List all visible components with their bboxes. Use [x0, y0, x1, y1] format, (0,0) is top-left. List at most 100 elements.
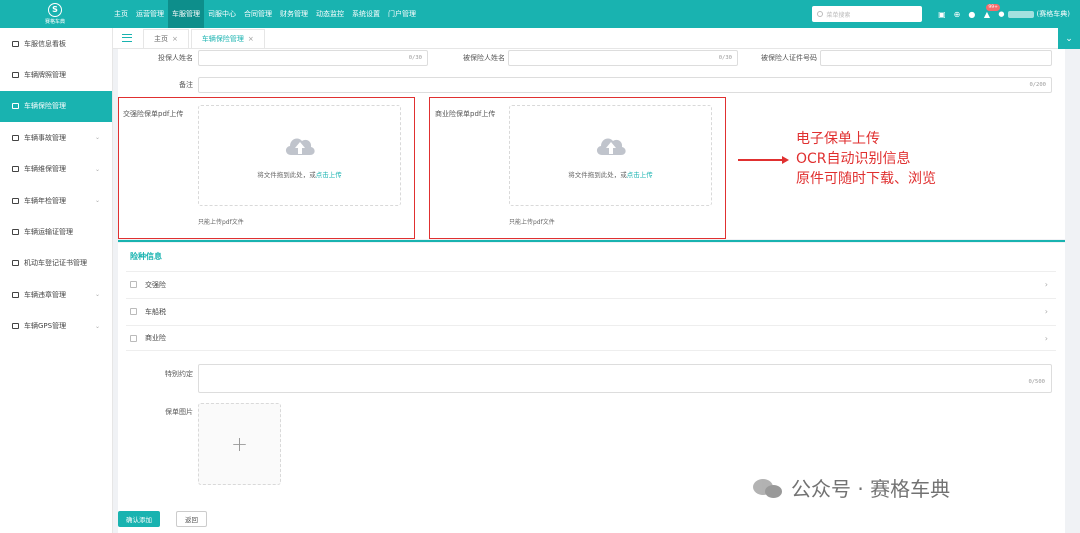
chevron-down-icon: ⌄	[94, 134, 100, 142]
folder-icon	[12, 134, 19, 141]
cloud-upload-icon	[283, 133, 317, 157]
back-button[interactable]: 返回	[176, 510, 207, 527]
nav-item-operations[interactable]: 运营管理	[132, 0, 168, 28]
insurance-title: 险种信息	[130, 252, 162, 261]
insured-name-label: 被保险人姓名	[463, 54, 505, 62]
page-icon	[12, 103, 19, 110]
close-icon[interactable]: ×	[172, 35, 178, 43]
main-content: 投保人姓名 0/30 被保险人姓名 0/30 被保险人证件号码 备注 0/200…	[113, 49, 1080, 533]
top-bar: S 赛格车典 主页 运营管理 车服管理 司服中心 合同管理 财务管理 动态监控 …	[0, 0, 1080, 28]
brand-logo: S 赛格车典	[0, 0, 110, 28]
clipboard-icon[interactable]: ▣	[937, 10, 946, 19]
nav-item-portal[interactable]: 门户管理	[384, 0, 420, 28]
main-nav: 主页 运营管理 车服管理 司服中心 合同管理 财务管理 动态监控 系统设置 门户…	[110, 0, 420, 28]
chevron-right-icon: ›	[1044, 333, 1048, 343]
nav-item-monitoring[interactable]: 动态监控	[312, 0, 348, 28]
user-org: (赛格车典)	[1036, 10, 1070, 18]
user-name-blurred	[1007, 10, 1034, 18]
user-avatar-icon: ●	[998, 10, 1005, 18]
sidebar-item-inspection[interactable]: 车辆年检管理 ⌄	[0, 185, 112, 216]
drop-text: 将文件拖到此处，或点击上传	[257, 170, 342, 179]
sidebar-item-insurance[interactable]: 车辆保险管理	[0, 90, 112, 123]
chevron-down-icon[interactable]: ⌄	[1058, 28, 1080, 49]
logo-mark-icon: S	[48, 3, 62, 17]
page-icon	[12, 72, 19, 79]
sidebar-item-accidents[interactable]: 车辆事故管理 ⌄	[0, 122, 112, 153]
sidebar-item-registration[interactable]: 机动车登记证书管理	[0, 248, 112, 279]
insured-id-label: 被保险人证件号码	[761, 54, 817, 62]
nav-item-settings[interactable]: 系统设置	[348, 0, 384, 28]
nav-item-contracts[interactable]: 合同管理	[240, 0, 276, 28]
compulsory-upload-label: 交强险保单pdf上传	[123, 110, 184, 118]
cloud-upload-icon	[594, 133, 628, 157]
plus-circle-icon[interactable]: ⊕	[952, 10, 961, 19]
sidebar-item-maintenance[interactable]: 车辆维保管理 ⌄	[0, 154, 112, 185]
sidebar-item-dashboard[interactable]: 车服信息看板	[0, 28, 112, 59]
commercial-dropzone[interactable]: 将文件拖到此处，或点击上传	[509, 105, 712, 206]
insurance-item-tax[interactable]: 车船税 ›	[126, 298, 1056, 324]
section-divider	[118, 240, 1065, 242]
red-arrow-icon	[738, 156, 789, 164]
sidebar-item-plates[interactable]: 车辆牌照管理	[0, 59, 112, 90]
special-terms-textarea[interactable]: 0/500	[198, 364, 1052, 393]
insurance-item-compulsory[interactable]: 交强险 ›	[126, 271, 1056, 297]
nav-item-vehicle-service[interactable]: 车服管理	[168, 0, 204, 28]
search-placeholder: 菜单搜索	[826, 11, 851, 19]
page-icon	[12, 260, 19, 267]
policyholder-label: 投保人姓名	[158, 54, 193, 62]
menu-search-input[interactable]: 菜单搜索	[812, 6, 923, 22]
chevron-down-icon: ⌄	[94, 197, 100, 205]
commercial-upload-label: 商业险保单pdf上传	[435, 110, 496, 118]
tabs-bar: 主页 × 车辆保险管理 × ⌄	[113, 28, 1080, 49]
folder-icon	[12, 291, 19, 298]
tab-home[interactable]: 主页 ×	[143, 29, 189, 48]
sidebar-item-violations[interactable]: 车辆违章管理 ⌄	[0, 279, 112, 310]
notification-badge: 99+	[986, 3, 1000, 11]
click-upload-link[interactable]: 点击上传	[316, 171, 342, 179]
plus-icon: +	[231, 432, 248, 456]
image-upload-button[interactable]: +	[198, 403, 281, 485]
insurance-item-commercial[interactable]: 商业险 ›	[126, 325, 1056, 351]
confirm-add-button[interactable]: 确认添加	[118, 510, 160, 527]
form-footer: 确认添加 返回	[118, 504, 1065, 533]
nav-item-finance[interactable]: 财务管理	[276, 0, 312, 28]
tab-insurance[interactable]: 车辆保险管理 ×	[190, 29, 265, 48]
top-right-tools: 菜单搜索 ▣ ⊕ ● ▲ 99+ ● (赛格车典)	[812, 0, 1080, 28]
compulsory-dropzone[interactable]: 将文件拖到此处，或点击上传	[198, 105, 401, 206]
drop-text: 将文件拖到此处，或点击上传	[568, 170, 653, 179]
menu-toggle-button[interactable]	[113, 27, 141, 48]
upload-hint: 只能上传pdf文件	[509, 219, 555, 226]
checkbox[interactable]	[130, 281, 137, 288]
policyholder-input[interactable]: 0/30	[198, 50, 428, 66]
policy-form: 投保人姓名 0/30 被保险人姓名 0/30 被保险人证件号码 备注 0/200…	[118, 49, 1065, 239]
hamburger-icon	[122, 33, 132, 42]
chevron-down-icon: ⌄	[94, 322, 100, 330]
wechat-icon[interactable]: ●	[967, 10, 976, 19]
chevron-right-icon: ›	[1044, 307, 1048, 316]
insured-name-input[interactable]: 0/30	[508, 50, 738, 66]
close-icon[interactable]: ×	[248, 35, 254, 43]
sidebar: 车服信息看板 车辆牌照管理 车辆保险管理 车辆事故管理 ⌄ 车辆维保管理 ⌄ 车辆年…	[0, 28, 113, 533]
remark-input[interactable]: 0/200	[198, 77, 1052, 93]
nav-item-driver-center[interactable]: 司服中心	[204, 0, 240, 28]
watermark: 公众号 · 赛格车典	[753, 473, 950, 502]
special-terms-label: 特别约定	[165, 370, 193, 378]
brand-name: 赛格车典	[44, 19, 65, 25]
nav-item-home[interactable]: 主页	[110, 0, 132, 28]
wechat-logo-icon	[753, 476, 783, 500]
chevron-down-icon: ⌄	[94, 165, 100, 173]
folder-icon	[12, 323, 19, 330]
checkbox[interactable]	[130, 308, 137, 315]
remark-label: 备注	[179, 81, 193, 89]
bell-icon[interactable]: ▲ 99+	[982, 3, 1000, 19]
chevron-right-icon: ›	[1044, 280, 1048, 289]
user-menu[interactable]: ● (赛格车典)	[998, 9, 1070, 19]
checkbox[interactable]	[130, 334, 137, 342]
page-icon	[12, 229, 19, 236]
folder-icon	[12, 197, 19, 204]
click-upload-link[interactable]: 点击上传	[627, 171, 653, 179]
insured-id-input[interactable]	[820, 50, 1052, 66]
search-icon	[817, 11, 824, 17]
sidebar-item-transport-cert[interactable]: 车辆运输证管理	[0, 216, 112, 247]
sidebar-item-gps[interactable]: 车辆GPS管理 ⌄	[0, 311, 112, 342]
